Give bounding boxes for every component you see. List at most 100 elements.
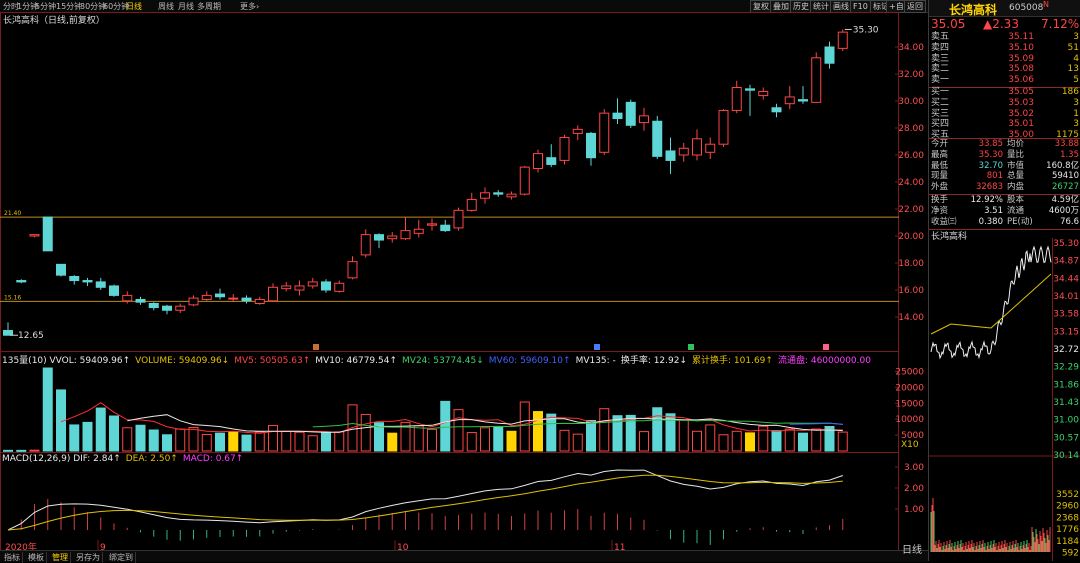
order-book-row: 卖一 35.06 5 bbox=[929, 75, 1080, 86]
candle-body bbox=[215, 293, 225, 298]
intraday-chart[interactable]: 35.30 34.87 34.44 34.01 33.58 33.15 32.72 32.29… bbox=[929, 238, 1080, 561]
volume-bar bbox=[307, 435, 318, 452]
period-tab[interactable]: 月线 bbox=[178, 1, 194, 12]
volume-bar bbox=[572, 433, 583, 452]
stat-value: 12.92% bbox=[970, 195, 1003, 205]
volume-axis-label: 25000 bbox=[895, 367, 924, 377]
event-marker bbox=[823, 344, 829, 350]
candle-body bbox=[281, 285, 292, 290]
candle-body bbox=[506, 193, 517, 198]
volume-bar bbox=[215, 432, 225, 452]
candle-body bbox=[307, 281, 318, 287]
volume-indicator-header: 135量(10) VVOL: 59409.96↑ VOLUME: 59409.96… bbox=[2, 353, 876, 366]
order-volume: 5 bbox=[1073, 75, 1079, 86]
intraday-price-label: 33.58 bbox=[1053, 310, 1079, 320]
candle-body bbox=[56, 263, 66, 276]
candle-body bbox=[625, 101, 636, 126]
candle-body bbox=[599, 112, 610, 153]
price-axis-label: 30.00 bbox=[898, 97, 924, 107]
macd-axis-label: 2.00 bbox=[904, 484, 924, 494]
volume-header-item: MV135: - bbox=[575, 356, 616, 366]
candle-body bbox=[692, 138, 702, 156]
order-price: 35.01 bbox=[1008, 119, 1034, 130]
indicator-tab[interactable]: 指标 bbox=[2, 552, 23, 563]
stat-label: 流通 bbox=[1007, 205, 1025, 216]
indicator-tab[interactable]: 管理 bbox=[50, 552, 71, 563]
period-tab[interactable]: 日线 bbox=[126, 1, 142, 12]
volume-bar bbox=[639, 431, 649, 452]
volume-bar bbox=[427, 428, 437, 452]
volume-axis-label: 10000 bbox=[895, 415, 924, 425]
candle-body bbox=[612, 112, 623, 120]
candle-body bbox=[453, 209, 464, 229]
candle-body bbox=[546, 157, 557, 165]
stat-label: 量比 bbox=[1007, 149, 1025, 160]
candle-body bbox=[440, 224, 451, 232]
volume-bar bbox=[268, 425, 278, 452]
indicator-tab-bar: 指标 模板 管理 另存为 绑定到 bbox=[0, 550, 928, 563]
candle-body bbox=[837, 31, 848, 49]
indicator-tab[interactable]: 模板 bbox=[26, 552, 47, 563]
order-volume: 1 bbox=[1073, 108, 1079, 119]
candle-body bbox=[652, 120, 663, 157]
candle-body bbox=[188, 297, 199, 306]
period-tab[interactable]: 更多› bbox=[240, 1, 259, 12]
candle-body bbox=[533, 153, 543, 169]
stat-value: 1.35 bbox=[1060, 149, 1079, 160]
volume-bar bbox=[69, 424, 80, 452]
period-tab[interactable]: 多周期 bbox=[197, 1, 221, 12]
volume-header-item: MV5: 50505.63↑ bbox=[234, 356, 311, 366]
intraday-price-label: 31.43 bbox=[1053, 398, 1079, 408]
candle-body bbox=[745, 88, 755, 91]
candle-body bbox=[374, 234, 384, 241]
volume-bar bbox=[188, 426, 199, 452]
period-tab[interactable]: 15分钟 bbox=[56, 1, 82, 12]
order-book: 卖五 35.11 3 卖四 35.10 51 卖三 35.09 4 卖二 35.08 13 卖一 35.0… bbox=[929, 32, 1080, 140]
volume-header-item: 135量(10) VVOL: 59409.96↑ bbox=[2, 356, 131, 366]
order-level-label: 买一 bbox=[931, 87, 950, 97]
stats-row: 最高 35.30 量比 1.35 bbox=[929, 150, 1080, 161]
volume-bar bbox=[175, 428, 186, 452]
volume-bar bbox=[148, 429, 159, 452]
volume-header-item: MV60: 59609.10↑ bbox=[488, 356, 571, 366]
volume-bar bbox=[652, 407, 663, 452]
intraday-price-label: 31.00 bbox=[1053, 416, 1079, 426]
volume-bar bbox=[228, 431, 239, 452]
price-summary: 35.05 ▲2.33 7.12% bbox=[929, 16, 1080, 31]
order-volume: 3 bbox=[1073, 97, 1079, 108]
intraday-price-label: 30.57 bbox=[1053, 433, 1079, 443]
order-price: 35.11 bbox=[1008, 32, 1034, 42]
macd-header-item: MACD: 0.67↑ bbox=[182, 454, 244, 464]
intraday-price-label: 34.44 bbox=[1053, 274, 1079, 284]
candle-body bbox=[294, 285, 305, 291]
order-level-label: 买三 bbox=[931, 108, 950, 119]
order-level-label: 卖一 bbox=[931, 75, 950, 86]
volume-bar bbox=[745, 432, 755, 452]
candle-body bbox=[519, 166, 530, 195]
volume-bar bbox=[519, 401, 530, 452]
order-level-label: 买四 bbox=[931, 119, 950, 130]
stats-row: 净资 3.51 流通 4600万 bbox=[929, 206, 1080, 217]
volume-bar bbox=[3, 449, 13, 452]
stat-label: 总量 bbox=[1007, 171, 1025, 182]
intraday-volume-label: 2960 bbox=[1056, 502, 1079, 512]
volume-bar bbox=[42, 367, 53, 452]
volume-axis-label: 15000 bbox=[895, 399, 924, 409]
kline-chart[interactable]: 34.00 32.00 30.00 28.00 26.00 24.00 22.00 20.00… bbox=[0, 12, 928, 552]
stat-label: 今开 bbox=[931, 139, 949, 149]
candle-body bbox=[718, 109, 729, 145]
volume-header-item: VOLUME: 59409.96↓ bbox=[135, 356, 230, 366]
order-volume: 13 bbox=[1067, 64, 1079, 75]
indicator-tab[interactable]: 绑定到 bbox=[107, 552, 136, 563]
price-axis-label: 14.00 bbox=[898, 313, 924, 323]
price-axis-label: 32.00 bbox=[898, 70, 924, 80]
volume-bar bbox=[784, 428, 795, 452]
macd-header-item: MACD(12,26,9) DIF: 2.84↑ bbox=[2, 454, 121, 464]
volume-bar bbox=[506, 430, 517, 452]
candle-body bbox=[16, 280, 27, 283]
volume-bar bbox=[678, 419, 689, 452]
period-tab[interactable]: 5分钟 bbox=[35, 1, 56, 12]
period-tab[interactable]: 周线 bbox=[158, 1, 174, 12]
indicator-tab[interactable]: 另存为 bbox=[74, 552, 103, 563]
candle-body bbox=[122, 294, 133, 302]
